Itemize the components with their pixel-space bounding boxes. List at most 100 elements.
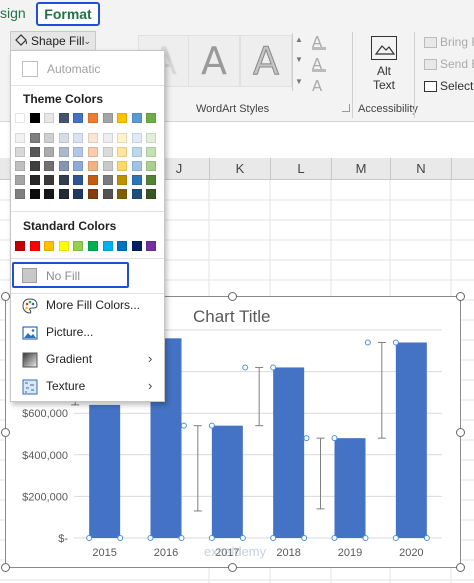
theme-color-shade-swatch[interactable] [88,175,98,185]
theme-color-shade-swatch[interactable] [131,161,142,171]
theme-color-shade-swatch[interactable] [88,189,98,199]
standard-color-swatch[interactable] [102,241,113,251]
gradient-label: Gradient [46,352,93,366]
theme-color-shade-swatch[interactable] [117,147,128,157]
theme-color-swatch[interactable] [102,113,113,123]
theme-color-shade-swatch[interactable] [131,147,142,157]
theme-color-swatch[interactable] [88,113,98,123]
theme-color-shade-swatch[interactable] [15,189,25,199]
theme-color-shade-swatch[interactable] [88,147,98,157]
theme-color-shade-swatch[interactable] [58,133,69,143]
theme-color-shade-swatch[interactable] [44,147,55,157]
theme-color-shade-swatch[interactable] [73,175,84,185]
theme-color-swatch[interactable] [58,113,69,123]
theme-color-swatch[interactable] [131,113,142,123]
theme-color-shade-swatch[interactable] [131,189,142,199]
theme-color-shade-swatch[interactable] [58,175,69,185]
theme-color-shade-swatch[interactable] [88,161,98,171]
error-bar-handle [270,364,277,371]
theme-color-swatch[interactable] [73,113,84,123]
theme-color-shade-swatch[interactable] [73,133,84,143]
theme-color-shade-swatch[interactable] [146,147,157,157]
more-fill-colors-item[interactable]: More Fill Colors... [11,295,164,317]
picture-label: Picture... [46,325,94,339]
theme-color-shade-swatch[interactable] [117,161,128,171]
theme-color-shade-swatch[interactable] [44,175,55,185]
automatic-fill-item[interactable]: Automatic [11,59,164,81]
theme-color-shade-swatch[interactable] [15,161,25,171]
error-bar-handle [364,339,371,346]
resize-handle[interactable] [228,563,237,572]
picture-fill-item[interactable]: Picture... [11,322,164,344]
standard-color-swatch[interactable] [146,241,157,251]
resize-handle[interactable] [1,292,10,301]
theme-color-shade-swatch[interactable] [73,147,84,157]
resize-handle[interactable] [1,563,10,572]
standard-color-swatch[interactable] [44,241,55,251]
theme-color-shade-swatch[interactable] [102,147,113,157]
theme-color-shade-swatch[interactable] [102,161,113,171]
gradient-fill-item[interactable]: Gradient › [11,349,164,371]
theme-color-shade-swatch[interactable] [131,175,142,185]
chart-bar [273,367,305,538]
no-fill-item[interactable]: No Fill [12,262,129,288]
theme-color-shade-swatch[interactable] [58,161,69,171]
theme-color-shade-swatch[interactable] [102,133,113,143]
theme-color-shade-swatch[interactable] [102,189,113,199]
theme-color-shade-swatch[interactable] [88,133,98,143]
theme-color-shade-swatch[interactable] [15,133,25,143]
theme-color-shade-swatch[interactable] [44,189,55,199]
watermark-text: exceldemy [204,544,267,559]
theme-color-shade-swatch[interactable] [29,133,40,143]
theme-color-shade-swatch[interactable] [73,189,84,199]
theme-color-shade-swatch[interactable] [44,161,55,171]
error-bar [364,339,399,439]
resize-handle[interactable] [456,292,465,301]
bar-selection-handle [423,535,430,541]
standard-color-swatch[interactable] [117,241,128,251]
resize-handle[interactable] [1,428,10,437]
theme-color-shade-swatch[interactable] [117,175,128,185]
theme-color-swatch[interactable] [117,113,128,123]
theme-color-shade-swatch[interactable] [29,161,40,171]
theme-color-shade-swatch[interactable] [58,147,69,157]
theme-color-shade-swatch[interactable] [117,133,128,143]
standard-color-swatch[interactable] [88,241,98,251]
theme-color-shade-swatch[interactable] [102,175,113,185]
theme-color-swatch[interactable] [29,113,40,123]
theme-color-shade-swatch[interactable] [146,175,157,185]
theme-color-shade-swatch[interactable] [44,133,55,143]
theme-color-shade-swatch[interactable] [131,133,142,143]
theme-color-shade-swatch[interactable] [146,189,157,199]
bar-selection-handle [331,535,338,541]
resize-handle[interactable] [456,563,465,572]
theme-color-swatch[interactable] [146,113,157,123]
standard-color-swatch[interactable] [29,241,40,251]
resize-handle[interactable] [456,428,465,437]
theme-color-shade-swatch[interactable] [146,161,157,171]
theme-color-shade-swatch[interactable] [15,147,25,157]
standard-color-swatch[interactable] [73,241,84,251]
standard-color-swatch[interactable] [15,241,25,251]
chart-title[interactable]: Chart Title [193,307,270,327]
theme-color-shade-swatch[interactable] [58,189,69,199]
error-bar [242,364,277,427]
standard-colors-heading: Standard Colors [23,219,117,233]
error-bar-handle [208,422,215,429]
theme-color-shade-swatch[interactable] [73,161,84,171]
error-bar-handle [331,435,338,442]
texture-fill-item[interactable]: Texture › [11,376,164,398]
standard-color-swatch[interactable] [58,241,69,251]
y-axis-tick-label: $600,000 [22,408,68,420]
theme-color-shade-swatch[interactable] [29,189,40,199]
theme-color-swatch[interactable] [44,113,55,123]
resize-handle[interactable] [228,292,237,301]
theme-color-swatch[interactable] [15,113,25,123]
theme-color-shade-swatch[interactable] [15,175,25,185]
theme-color-shade-swatch[interactable] [146,133,157,143]
theme-color-shade-swatch[interactable] [29,147,40,157]
standard-color-swatch[interactable] [131,241,142,251]
theme-color-shade-swatch[interactable] [117,189,128,199]
theme-color-shade-swatch[interactable] [29,175,40,185]
error-bar-handle [303,435,310,442]
